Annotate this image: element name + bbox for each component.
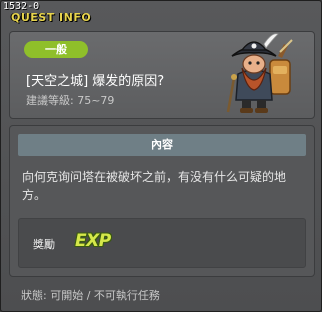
reward-box: 獎勵 EXP (18, 218, 306, 268)
quest-description: 向何克询问塔在被破坏之前，有没有什么可疑的地方。 (22, 170, 287, 202)
quest-level: 建議等級: 75~79 (26, 94, 115, 107)
quest-header-panel: 一般 [天空之城] 爆发的原因? 建議等級: 75~79 (9, 31, 315, 119)
quest-info-window: 1532-0 QUEST INFO 一般 [天空之城] 爆发的原因? 建議等級:… (0, 0, 322, 312)
quest-content-panel: 內容 向何克询问塔在被破坏之前，有没有什么可疑的地方。 獎勵 EXP (9, 125, 315, 277)
content-header: 內容 (18, 134, 306, 156)
window-title: QUEST INFO (11, 11, 92, 24)
reward-label: 獎勵 (33, 238, 55, 251)
quest-status: 狀態: 可開始 / 不可執行任務 (21, 289, 160, 302)
pirate-npc-icon (226, 33, 293, 113)
exp-icon: EXP (75, 231, 111, 251)
quest-category-badge: 一般 (24, 41, 88, 58)
quest-name: [天空之城] 爆发的原因? (26, 74, 165, 89)
